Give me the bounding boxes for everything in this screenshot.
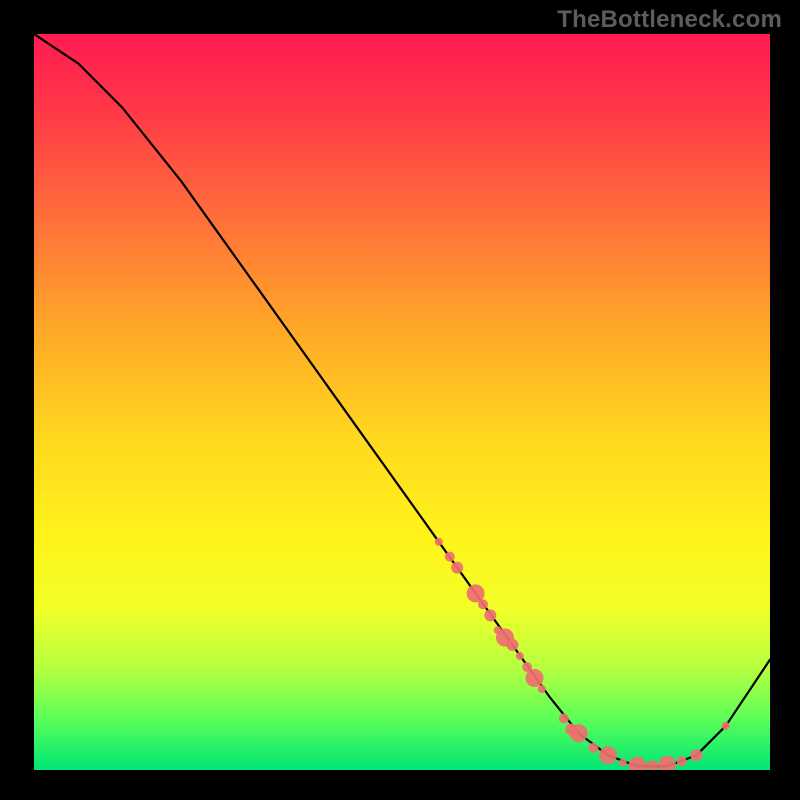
data-point bbox=[658, 756, 676, 770]
data-point bbox=[451, 562, 463, 574]
scatter-points bbox=[435, 538, 730, 770]
data-point bbox=[690, 749, 702, 761]
data-point bbox=[677, 756, 687, 766]
data-point bbox=[478, 599, 488, 609]
data-point bbox=[445, 552, 455, 562]
plot-area bbox=[34, 34, 770, 770]
data-point bbox=[526, 669, 544, 687]
data-point bbox=[484, 609, 496, 621]
watermark-text: TheBottleneck.com bbox=[557, 6, 782, 34]
curve-line bbox=[34, 34, 770, 766]
data-point bbox=[588, 743, 598, 753]
chart-svg bbox=[34, 34, 770, 770]
bottleneck-curve bbox=[34, 34, 770, 766]
chart-frame: TheBottleneck.com bbox=[0, 0, 800, 800]
data-point bbox=[599, 746, 617, 764]
data-point bbox=[559, 714, 569, 724]
data-point bbox=[506, 639, 518, 651]
data-point bbox=[629, 757, 647, 770]
data-point bbox=[619, 759, 627, 767]
data-point bbox=[722, 722, 730, 730]
data-point bbox=[516, 652, 524, 660]
data-point bbox=[570, 724, 588, 742]
data-point bbox=[435, 538, 443, 546]
data-point bbox=[646, 760, 658, 770]
data-point bbox=[538, 685, 546, 693]
